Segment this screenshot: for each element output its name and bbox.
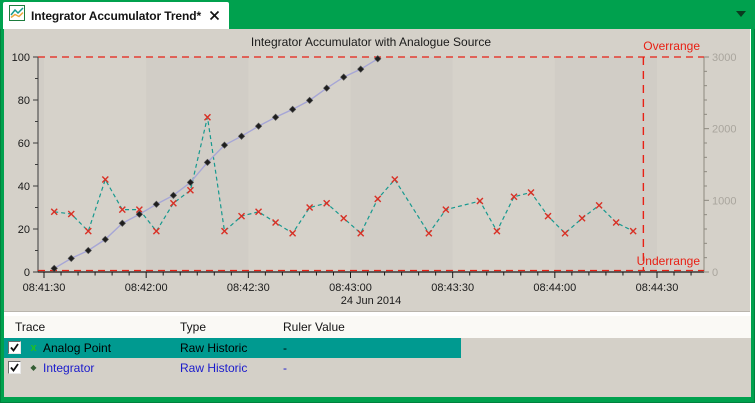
chart-title: Integrator Accumulator with Analogue Sou… — [251, 35, 491, 49]
svg-text:100: 100 — [12, 52, 30, 64]
right-axis-ticks: 0 1000 2000 3000 — [704, 52, 736, 279]
svg-text:0: 0 — [712, 267, 718, 279]
svg-text:40: 40 — [18, 181, 30, 193]
tab-close-button[interactable] — [207, 9, 221, 23]
svg-text:08:42:00: 08:42:00 — [125, 282, 168, 294]
trace-visibility-checkbox[interactable] — [8, 341, 21, 354]
table-row[interactable]: ◆ Integrator Raw Historic - — [4, 358, 461, 378]
checkmark-icon — [9, 342, 20, 353]
trace-type-cell: Raw Historic — [180, 341, 247, 355]
trace-type-cell: Raw Historic — [180, 361, 247, 375]
dropdown-arrow-icon[interactable] — [736, 11, 746, 17]
trace-marker-icon: ◆ — [27, 361, 40, 375]
svg-text:0: 0 — [24, 267, 30, 279]
ruler-value-cell: - — [283, 341, 287, 355]
trace-name-cell: Integrator — [43, 361, 94, 375]
trace-table: Trace Type Ruler Value x Analog Point Ra… — [4, 312, 751, 397]
trend-window: Integrator Accumulator Trend* 08:41:3008… — [0, 0, 755, 403]
tab-trend-document[interactable]: Integrator Accumulator Trend* — [3, 2, 229, 29]
left-axis-ticks: 0 20 40 60 80 100 — [12, 52, 38, 279]
trend-chart[interactable]: 08:41:30 08:42:00 08:42:30 08:43:00 08:43:30… — [4, 29, 750, 311]
svg-text:1000: 1000 — [712, 195, 736, 207]
svg-text:08:44:00: 08:44:00 — [533, 282, 576, 294]
checkmark-icon — [9, 362, 20, 373]
trace-name-cell: Analog Point — [43, 341, 111, 355]
titlebar: Integrator Accumulator Trend* — [0, 0, 755, 29]
svg-text:60: 60 — [18, 138, 30, 150]
trend-chart-icon — [9, 5, 25, 26]
chart-panel: 08:41:30 08:42:00 08:42:30 08:43:00 08:43:30… — [4, 29, 750, 312]
x-axis-ticks: 08:41:30 08:42:00 08:42:30 08:43:00 08:43:30… — [23, 272, 691, 307]
svg-text:3000: 3000 — [712, 52, 736, 64]
svg-text:Underrange: Underrange — [637, 254, 701, 268]
svg-text:08:42:30: 08:42:30 — [227, 282, 270, 294]
tab-title: Integrator Accumulator Trend* — [31, 9, 201, 23]
svg-text:2000: 2000 — [712, 124, 736, 136]
svg-text:Overrange: Overrange — [643, 39, 700, 53]
column-header-type[interactable]: Type — [180, 320, 206, 334]
svg-text:08:43:30: 08:43:30 — [431, 282, 474, 294]
table-header: Trace Type Ruler Value — [4, 316, 751, 338]
svg-text:80: 80 — [18, 95, 30, 107]
column-header-trace[interactable]: Trace — [15, 320, 45, 334]
column-header-ruler-value[interactable]: Ruler Value — [283, 320, 345, 334]
ruler-value-cell: - — [283, 361, 287, 375]
trace-visibility-checkbox[interactable] — [8, 361, 21, 374]
trace-marker-icon: x — [27, 341, 40, 355]
content-area: 08:41:30 08:42:00 08:42:30 08:43:00 08:43:30… — [4, 29, 751, 397]
svg-text:08:41:30: 08:41:30 — [23, 282, 66, 294]
plot-background-bands — [38, 57, 704, 272]
svg-text:08:43:00: 08:43:00 — [329, 282, 372, 294]
close-icon — [209, 10, 220, 21]
svg-text:08:44:30: 08:44:30 — [636, 282, 679, 294]
table-row[interactable]: x Analog Point Raw Historic - — [4, 338, 461, 358]
svg-text:24 Jun 2014: 24 Jun 2014 — [341, 295, 402, 307]
svg-text:20: 20 — [18, 224, 30, 236]
